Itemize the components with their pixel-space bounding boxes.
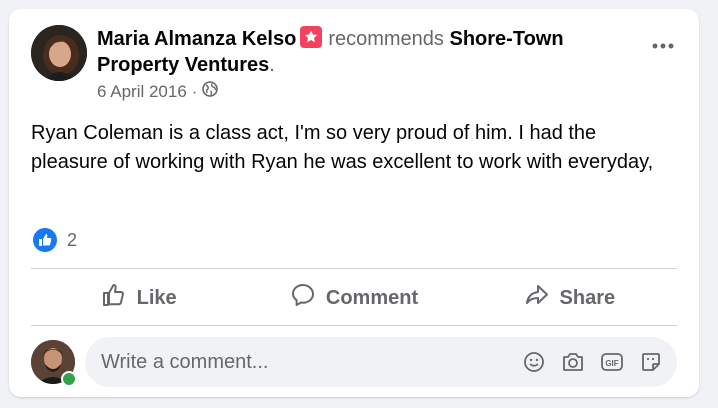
sticker-icon[interactable] bbox=[638, 349, 664, 375]
recommends-text: recommends bbox=[328, 28, 444, 50]
share-label: Share bbox=[559, 286, 616, 309]
reaction-summary[interactable]: 2 bbox=[33, 228, 77, 252]
more-options-icon[interactable] bbox=[649, 37, 677, 55]
comment-button[interactable]: Comment bbox=[246, 271, 461, 325]
meta-separator: · bbox=[191, 81, 198, 101]
camera-icon[interactable] bbox=[560, 349, 586, 375]
svg-text:GIF: GIF bbox=[605, 359, 618, 368]
share-arrow-icon bbox=[524, 282, 550, 314]
comment-composer: GIF bbox=[31, 337, 677, 389]
online-status-dot bbox=[61, 371, 77, 387]
like-icon bbox=[33, 228, 57, 252]
comment-bubble-icon bbox=[290, 282, 316, 314]
comment-box: GIF bbox=[85, 337, 677, 387]
post-card: Maria Almanza Kelso recommends Shore-Town… bbox=[9, 9, 699, 397]
like-label: Like bbox=[136, 286, 177, 309]
divider-top bbox=[31, 268, 677, 269]
like-button[interactable]: Like bbox=[31, 271, 246, 325]
globe-icon[interactable] bbox=[202, 81, 219, 102]
post-date[interactable]: 6 April 2016 bbox=[97, 82, 187, 102]
comment-label: Comment bbox=[325, 286, 419, 309]
post-meta: 6 April 2016 · bbox=[97, 81, 219, 102]
reaction-count: 2 bbox=[67, 229, 78, 250]
thumbs-up-icon bbox=[101, 282, 127, 314]
author-avatar[interactable] bbox=[31, 25, 87, 81]
recommend-icon bbox=[300, 26, 323, 48]
action-bar: Like Comment Share bbox=[31, 271, 677, 325]
divider-bottom bbox=[31, 325, 677, 326]
comment-input[interactable] bbox=[85, 349, 521, 375]
trailing-period: . bbox=[269, 54, 275, 76]
share-button[interactable]: Share bbox=[462, 271, 677, 325]
post-header: Maria Almanza Kelso recommends Shore-Town… bbox=[97, 26, 617, 78]
gif-icon[interactable]: GIF bbox=[599, 349, 625, 375]
emoji-icon[interactable] bbox=[521, 349, 547, 375]
author-name[interactable]: Maria Almanza Kelso bbox=[97, 28, 296, 50]
post-body: Ryan Coleman is a class act, I'm so very… bbox=[31, 122, 654, 173]
